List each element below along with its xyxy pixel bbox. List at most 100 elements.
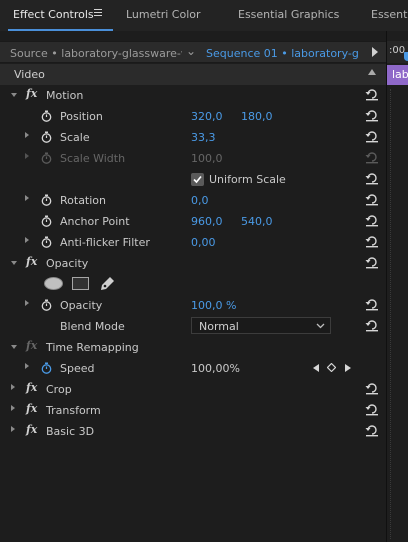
stopwatch-icon[interactable] [41,215,52,227]
stopwatch-icon[interactable] [41,362,52,374]
twirl-open-icon[interactable] [11,93,17,97]
tab-essential-sound[interactable]: Essenti [371,8,408,21]
position-y-value[interactable]: 180,0 [241,110,273,123]
reset-icon[interactable] [365,88,379,101]
fx-toggle-icon[interactable]: fx [26,255,37,268]
reset-icon[interactable] [365,109,379,122]
effect-label-crop: Crop [46,383,72,396]
effect-label-transform: Transform [46,404,101,417]
reset-icon[interactable] [365,403,379,416]
reset-icon[interactable] [365,172,379,185]
mask-tools-row [0,274,386,295]
stopwatch-icon[interactable] [41,194,52,206]
property-row-position[interactable]: Position 320,0 180,0 [0,106,386,127]
twirl-open-icon[interactable] [11,345,17,349]
property-row-opacity[interactable]: Opacity 100,0 % [0,295,386,316]
twirl-closed-icon[interactable] [11,426,15,432]
chevron-down-icon[interactable]: ⌄ [186,44,196,58]
blend-mode-dropdown[interactable]: Normal [191,317,331,334]
twirl-closed-icon[interactable] [25,132,29,138]
property-row-speed[interactable]: Speed 100,00% [0,358,386,379]
mini-timeline[interactable]: :00 lab [387,31,408,542]
stopwatch-icon [41,152,52,164]
property-label-anchor-point: Anchor Point [60,215,130,228]
opacity-value[interactable]: 100,0 % [191,299,236,312]
stopwatch-icon[interactable] [41,110,52,122]
property-row-anchor-point[interactable]: Anchor Point 960,0 540,0 [0,211,386,232]
scale-width-value: 100,0 [191,152,223,165]
scroll-up-icon[interactable] [368,69,376,75]
effect-row-crop[interactable]: fx Crop [0,379,386,400]
property-label-rotation: Rotation [60,194,107,207]
effect-label-motion: Motion [46,89,84,102]
chevron-down-icon [316,323,325,329]
twirl-closed-icon[interactable] [25,300,29,306]
reset-icon[interactable] [365,214,379,227]
play-triangle-icon[interactable] [372,47,378,57]
stopwatch-icon[interactable] [41,299,52,311]
property-row-scale-width: Scale Width 100,0 [0,148,386,169]
anchor-y-value[interactable]: 540,0 [241,215,273,228]
tab-effect-controls[interactable]: Effect Controls [13,8,94,21]
add-keyframe-icon[interactable] [327,363,336,372]
twirl-closed-icon[interactable] [11,384,15,390]
timeline-clip[interactable]: lab [387,65,408,85]
sequence-clip-label[interactable]: Sequence 01 • laboratory-gla... [206,47,358,60]
twirl-closed-icon [25,153,29,159]
tab-lumetri-color[interactable]: Lumetri Color [126,8,201,21]
property-row-rotation[interactable]: Rotation 0,0 [0,190,386,211]
twirl-closed-icon[interactable] [25,237,29,243]
twirl-closed-icon[interactable] [25,195,29,201]
twirl-closed-icon[interactable] [25,363,29,369]
blend-mode-value: Normal [199,320,239,333]
rectangle-mask-icon[interactable] [72,277,89,290]
next-keyframe-icon[interactable] [345,364,351,372]
source-sequence-bar: Source • laboratory-glassware-w... ⌄ Seq… [0,41,386,63]
fx-toggle-icon[interactable]: fx [26,423,37,436]
fx-toggle-icon[interactable]: fx [26,381,37,394]
twirl-closed-icon[interactable] [11,405,15,411]
effect-row-transform[interactable]: fx Transform [0,400,386,421]
effect-row-opacity[interactable]: fx Opacity [0,253,386,274]
reset-icon[interactable] [365,382,379,395]
position-x-value[interactable]: 320,0 [191,110,223,123]
effect-row-time-remapping[interactable]: fx Time Remapping [0,337,386,358]
anchor-x-value[interactable]: 960,0 [191,215,223,228]
reset-icon[interactable] [365,298,379,311]
property-row-blend-mode[interactable]: Blend Mode Normal [0,316,386,337]
uniform-scale-checkbox[interactable] [191,173,204,186]
reset-icon[interactable] [365,319,379,332]
tab-essential-graphics[interactable]: Essential Graphics [238,8,339,21]
effect-row-motion[interactable]: fx Motion [0,85,386,106]
property-row-uniform-scale[interactable]: Uniform Scale [0,169,386,190]
panel-menu-icon[interactable] [94,9,102,17]
property-label-position: Position [60,110,103,123]
rotation-value[interactable]: 0,0 [191,194,209,207]
pen-mask-icon[interactable] [98,275,116,293]
uniform-scale-label[interactable]: Uniform Scale [209,173,286,186]
stopwatch-icon[interactable] [41,131,52,143]
property-label-scale: Scale [60,131,90,144]
reset-icon[interactable] [365,235,379,248]
stopwatch-icon[interactable] [41,236,52,248]
playhead-icon[interactable] [404,52,408,61]
property-label-speed: Speed [60,362,95,375]
reset-icon[interactable] [365,424,379,437]
source-clip-label[interactable]: Source • laboratory-glassware-w... [10,47,182,60]
reset-icon[interactable] [365,256,379,269]
twirl-open-icon[interactable] [11,261,17,265]
reset-icon[interactable] [365,193,379,206]
fx-toggle-icon[interactable]: fx [26,402,37,415]
timeline-guide [390,89,391,539]
panel-tab-bar: Effect Controls Lumetri Color Essential … [0,0,408,31]
scale-value[interactable]: 33,3 [191,131,216,144]
anti-flicker-value[interactable]: 0,00 [191,236,216,249]
fx-toggle-icon[interactable]: fx [26,87,37,100]
property-row-anti-flicker[interactable]: Anti-flicker Filter 0,00 [0,232,386,253]
ellipse-mask-icon[interactable] [44,277,63,290]
effect-row-basic-3d[interactable]: fx Basic 3D [0,421,386,442]
speed-value[interactable]: 100,00% [191,362,240,375]
previous-keyframe-icon[interactable] [313,364,319,372]
property-row-scale[interactable]: Scale 33,3 [0,127,386,148]
reset-icon[interactable] [365,130,379,143]
